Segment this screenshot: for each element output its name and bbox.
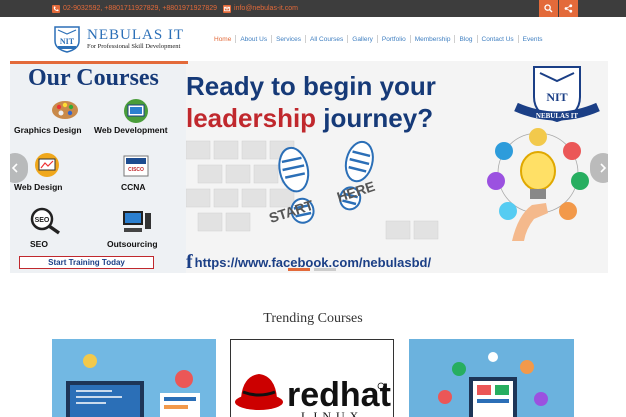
svg-text:NIT: NIT <box>546 90 567 104</box>
lightbulb-illustration <box>487 128 589 241</box>
main-nav: Home About Us Services All Courses Galle… <box>210 35 547 43</box>
cisco-icon: CISCO <box>123 155 149 177</box>
web-design-icon <box>35 153 59 177</box>
search-button[interactable] <box>539 0 558 17</box>
nav-portfolio[interactable]: Portfolio <box>378 36 410 43</box>
monitor-icon <box>124 99 148 123</box>
hero-headline-highlight: leadership <box>186 103 317 133</box>
digital-marketing-illustration <box>409 339 574 417</box>
nav-events[interactable]: Events <box>519 36 547 43</box>
nav-about-us[interactable]: About Us <box>236 36 271 43</box>
nav-all-courses[interactable]: All Courses <box>306 36 347 43</box>
svg-text:NIT: NIT <box>60 37 75 46</box>
chevron-left-icon <box>11 163 18 173</box>
slider-dot[interactable] <box>314 268 336 271</box>
logo-mark-icon: NIT <box>52 25 82 53</box>
share-icon <box>564 4 573 13</box>
svg-text:CISCO: CISCO <box>128 167 144 173</box>
slider-dots <box>288 268 340 271</box>
trending-courses-title: Trending Courses <box>263 311 363 326</box>
course-card-web[interactable] <box>52 339 216 417</box>
redhat-linux-logo: redhat LINUX <box>231 340 393 417</box>
phone-icon <box>52 4 60 13</box>
computer-icon <box>123 211 151 232</box>
hero-headline-line2: leadership journey? <box>186 103 433 134</box>
palette-icon <box>52 101 78 119</box>
slider-next-button[interactable] <box>590 153 608 183</box>
course-seo: SEO <box>30 239 48 249</box>
logo-tagline: For Professional Skill Development <box>87 43 181 50</box>
contact-info: 02-9032592, +8801711927829, +88019719278… <box>52 3 298 14</box>
nav-contact-us[interactable]: Contact Us <box>478 36 518 43</box>
svg-text:SEO: SEO <box>35 217 50 224</box>
share-button[interactable] <box>559 0 578 17</box>
nav-gallery[interactable]: Gallery <box>348 36 377 43</box>
nav-blog[interactable]: Blog <box>455 36 476 43</box>
email-icon <box>223 4 232 13</box>
site-header: NIT NEBULAS IT For Professional Skill De… <box>0 17 626 61</box>
course-outsourcing: Outsourcing <box>107 239 158 249</box>
course-ccna: CCNA <box>121 182 146 192</box>
web-development-illustration <box>52 339 216 417</box>
svg-text:LINUX: LINUX <box>301 409 363 417</box>
start-training-button[interactable]: Start Training Today <box>19 256 154 269</box>
top-contact-bar: 02-9032592, +8801711927829, +88019719278… <box>0 0 626 17</box>
course-card-redhat[interactable]: redhat LINUX <box>230 339 394 417</box>
hero-headline-rest: journey? <box>316 103 434 133</box>
email-link[interactable]: info@nebulas-it.com <box>234 5 298 12</box>
nav-membership[interactable]: Membership <box>411 36 455 43</box>
phone-numbers[interactable]: 02-9032592, +8801711927829, +88019719278… <box>63 5 217 12</box>
hero-slider[interactable]: Our Courses Graphics Design Web Developm… <box>10 61 608 273</box>
nav-services[interactable]: Services <box>272 36 305 43</box>
footprints-illustration: START HERE <box>267 140 377 226</box>
facebook-icon: f <box>186 251 193 273</box>
site-logo[interactable]: NIT NEBULAS IT For Professional Skill De… <box>52 23 184 55</box>
nebulas-shield-logo: NIT NEBULAS IT <box>514 66 600 123</box>
hero-accent-bar <box>10 61 188 64</box>
nav-home[interactable]: Home <box>210 36 235 43</box>
course-graphics-design: Graphics Design <box>14 125 82 135</box>
search-icon <box>544 4 553 13</box>
courses-title: Our Courses <box>28 65 159 91</box>
course-card-digital[interactable] <box>409 339 574 417</box>
course-web-design: Web Design <box>14 182 63 192</box>
seo-icon: SEO <box>30 207 61 235</box>
logo-name: NEBULAS IT <box>87 27 185 43</box>
courses-panel: Our Courses Graphics Design Web Developm… <box>10 61 186 273</box>
slider-dot[interactable] <box>288 268 310 271</box>
chevron-right-icon <box>600 163 607 173</box>
course-web-development: Web Development <box>94 125 168 135</box>
hero-headline-line1: Ready to begin your <box>186 71 436 101</box>
svg-text:NEBULAS IT: NEBULAS IT <box>536 112 579 120</box>
